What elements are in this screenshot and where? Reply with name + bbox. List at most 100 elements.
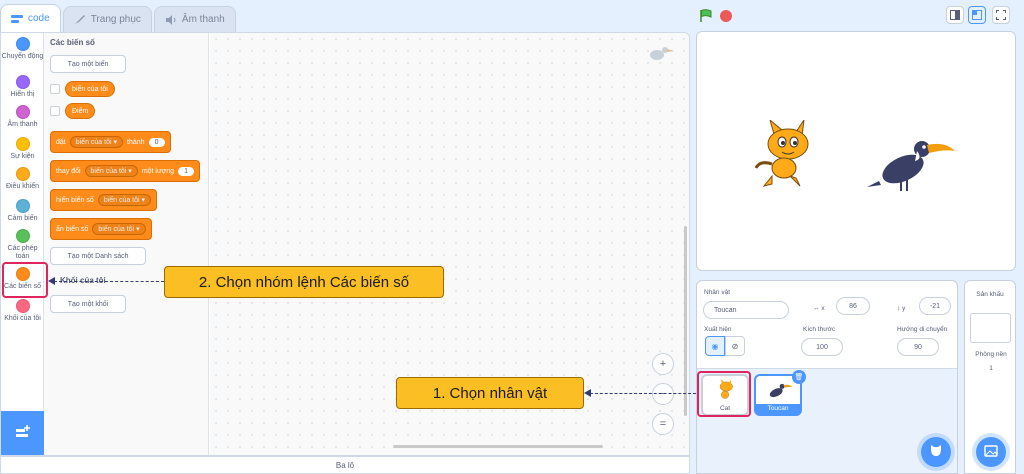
trash-icon: 🗑 [794,374,804,381]
zoom-reset-button[interactable]: = [652,413,674,435]
normal-stage-button[interactable] [968,6,986,24]
category-operators[interactable]: Các phép toán [1,229,44,261]
variable-dropdown[interactable]: biến của tôi ▾ [84,165,138,177]
tab-costumes-label: Trang phục [90,14,141,25]
script-vscrollbar[interactable] [684,226,687,416]
variable-dropdown[interactable]: biến của tôi ▾ [92,223,146,235]
editor-tabs: code Trang phục Âm thanh [0,4,238,32]
step1-arrow [590,393,696,394]
add-extension-button[interactable] [1,411,44,455]
tab-code-label: code [28,13,50,24]
y-input[interactable]: -21 [919,297,951,315]
code-icon [11,14,23,24]
sprite-tile-toucan[interactable]: 🗑 Toucan [754,370,806,416]
category-control[interactable]: Điều khiển [1,167,44,191]
fullscreen-button[interactable] [992,6,1010,24]
variable-reporter[interactable]: biến của tôi [65,81,115,97]
category-sound[interactable]: Âm thanh [1,105,44,129]
hide-sprite-button[interactable]: ⊘ [725,336,745,356]
tab-code[interactable]: code [0,4,61,32]
category-label: Khối của tôi [4,315,41,322]
script-hscrollbar[interactable] [393,445,603,448]
category-dot-icon [15,37,30,51]
block-palette: Các biến số Tạo một biến biến của tôi Đi… [44,33,249,455]
stage-canvas[interactable] [696,31,1016,271]
tab-sounds[interactable]: Âm thanh [153,6,236,32]
stage-heading: Sân khấu [976,291,1004,298]
cat-sprite-highlight [697,371,751,417]
zoom-in-button[interactable]: + [652,353,674,375]
block-text: hiển biến số [56,196,94,204]
set-variable-block[interactable]: đặt biến của tôi ▾ thành 0 [50,131,171,153]
block-text: đặt [56,138,66,146]
category-events[interactable]: Sự kiện [1,137,44,161]
category-sensing[interactable]: Cảm biến [1,199,44,223]
block-text: một lượng [141,167,175,175]
category-label: Cảm biến [7,215,38,222]
variable-checkbox[interactable] [50,84,60,94]
arrows-horizontal-icon: ↔ [813,305,820,312]
value-input[interactable]: 0 [148,137,165,147]
size-input[interactable]: 100 [801,338,843,356]
stage-thumbnail[interactable] [970,313,1011,343]
x-input[interactable]: 86 [836,297,870,315]
category-label: Chuyển động [1,53,44,60]
make-list-button[interactable]: Tạo một Danh sách [50,247,146,265]
tab-sounds-label: Âm thanh [181,14,225,25]
make-variable-button[interactable]: Tạo một biến [50,55,126,73]
backpack-label: Ba lô [335,460,355,470]
variable-checkbox[interactable] [50,106,60,116]
make-block-button[interactable]: Tạo một khối [50,295,126,313]
stage-selector[interactable]: Sân khấu Phông nền 1 [964,280,1016,474]
show-variable-block[interactable]: hiển biến số biến của tôi ▾ [50,189,158,211]
toucan-sprite[interactable] [867,137,957,197]
show-sprite-button[interactable]: ◉ [705,336,725,356]
hide-variable-block[interactable]: ẩn biến số biến của tôi ▾ [50,218,152,240]
toucan-thumbnail-icon [769,383,793,398]
category-looks[interactable]: Hiển thị [1,75,44,99]
category-motion[interactable]: Chuyển động [1,37,44,61]
dropdown-text: biến của tôi [103,197,140,204]
category-label: Hiển thị [10,91,35,98]
show-label: Xuất hiện [704,326,732,333]
category-label: Điều khiển [5,183,40,190]
add-extension-icon [15,424,31,442]
value-input[interactable]: 1 [178,166,195,176]
dropdown-text: biến của tôi [75,139,112,146]
green-flag-icon [700,9,712,22]
block-text: ẩn biến số [56,225,89,233]
size-label: Kích thước [803,326,836,333]
zoom-out-icon: − [659,388,667,400]
sprite-tile-name: Toucan [756,404,800,414]
stop-button[interactable] [720,10,732,22]
dropdown-text: biến của tôi [98,226,135,233]
sprite-name-input[interactable]: Toucan [703,301,789,319]
backdrop-icon [984,444,998,460]
zoom-in-icon: + [659,358,667,370]
direction-label: Hướng di chuyển [897,326,948,333]
cat-sprite[interactable] [752,120,822,190]
direction-input[interactable]: 90 [897,338,939,356]
variable-dropdown[interactable]: biến của tôi ▾ [69,136,124,148]
category-my-blocks[interactable]: Khối của tôi [1,299,44,323]
backpack-bar[interactable]: Ba lô [0,456,690,474]
backdrops-label: Phông nền [975,351,1007,358]
choose-sprite-button[interactable] [921,437,951,467]
green-flag-button[interactable] [699,9,713,28]
y-label: ↕ y [897,305,905,312]
normal-stage-icon [972,10,982,20]
category-dot-icon [15,299,30,313]
block-text: thành [127,138,145,146]
small-stage-button[interactable] [946,6,964,24]
sprite-info: Nhân vật Toucan ↔ x 86 ↕ y -21 Xuất hiện… [697,281,957,369]
variable-reporter[interactable]: Điểm [65,103,96,119]
arrows-vertical-icon: ↕ [897,305,901,312]
variable-dropdown[interactable]: biến của tôi ▾ [97,194,152,206]
category-dot-icon [15,229,30,243]
zoom-out-button[interactable]: − [652,383,674,405]
delete-sprite-button[interactable]: 🗑 [792,370,806,384]
change-variable-block[interactable]: thay đổi biến của tôi ▾ một lượng 1 [50,160,201,182]
choose-backdrop-button[interactable] [976,437,1006,467]
y-text: y [902,305,906,312]
tab-costumes[interactable]: Trang phục [62,6,152,32]
